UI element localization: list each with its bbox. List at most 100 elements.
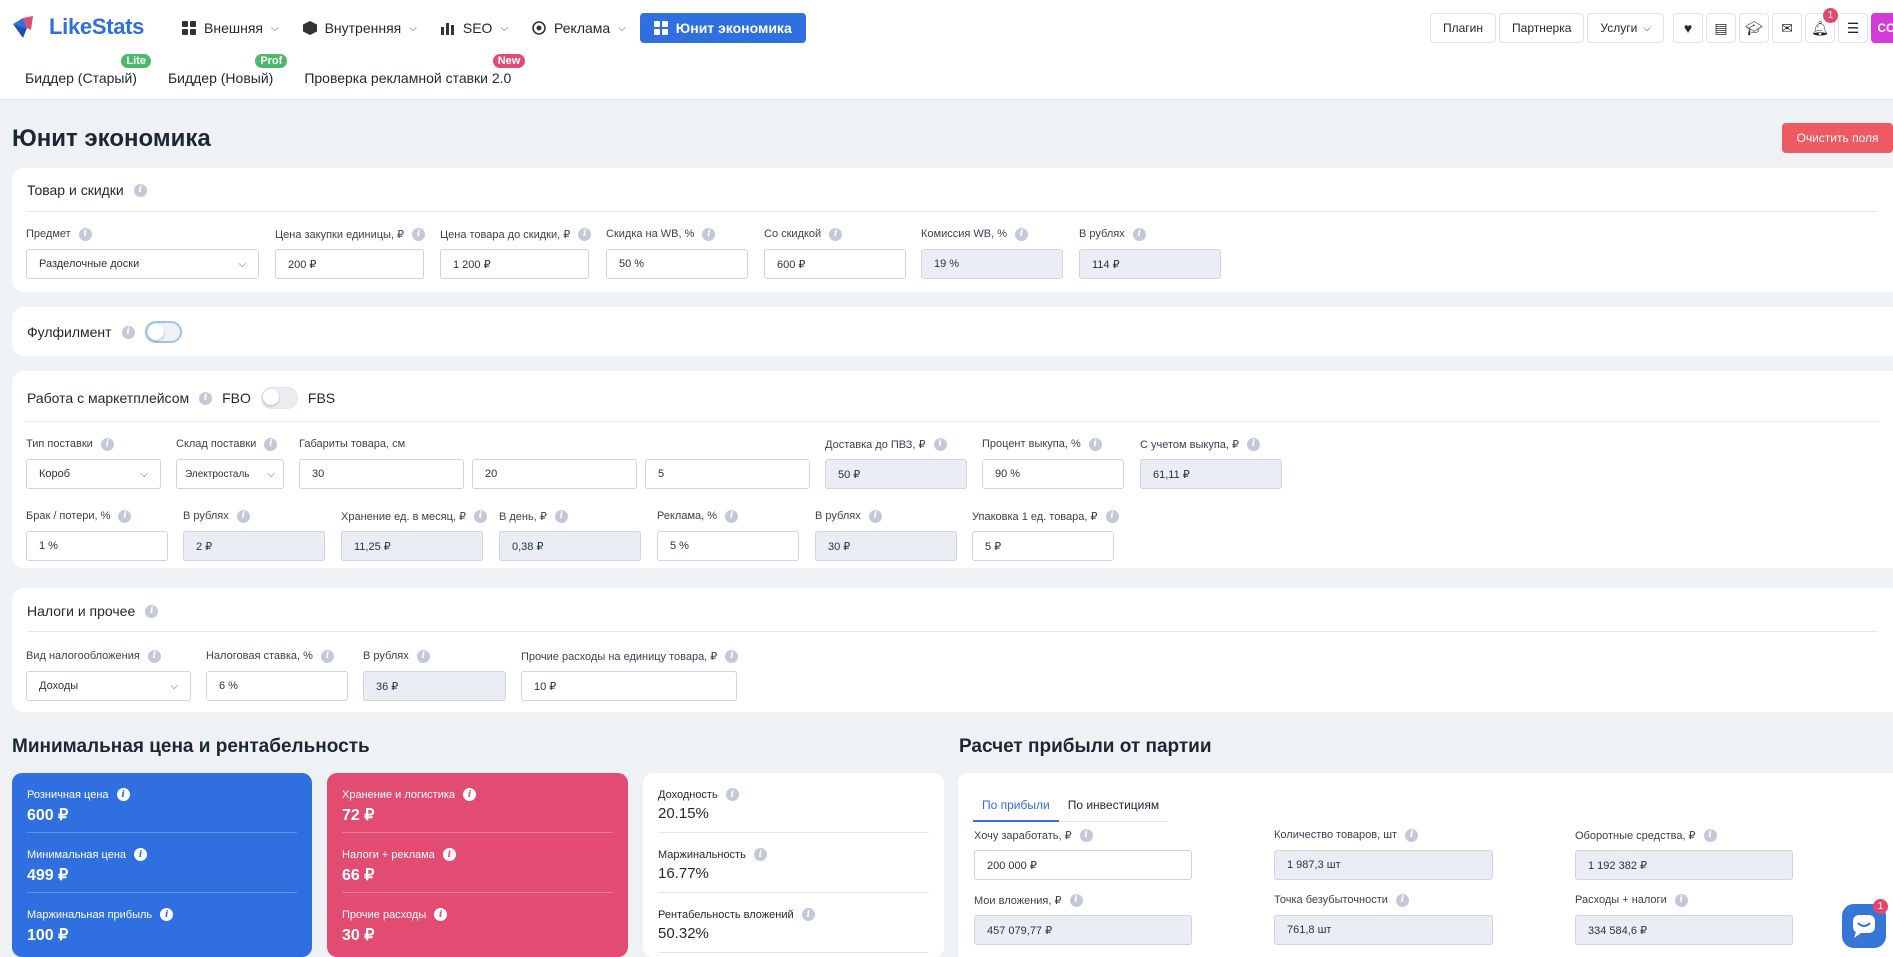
info-icon[interactable]: i [554,509,568,523]
other-expenses-input[interactable]: 10 ₽ [521,671,737,701]
info-icon[interactable]: i [868,509,882,523]
packaging-input[interactable]: 5 ₽ [972,531,1114,561]
tax-rate-input[interactable]: 6 % [206,671,348,701]
subject-select[interactable]: Разделочные доски ⌵ [26,249,259,279]
info-icon[interactable]: i [474,509,488,523]
info-icon[interactable]: i [1015,227,1029,241]
info-icon[interactable]: i [578,227,592,241]
logo[interactable]: LikeStats [11,14,144,40]
dimension-length-input[interactable]: 30 [299,459,464,489]
info-icon[interactable]: i [133,183,147,197]
plugin-button[interactable]: Плагин [1430,13,1497,43]
nav-unit-economics[interactable]: Юнит экономика [639,13,806,43]
dimension-width-input[interactable]: 20 [472,459,637,489]
info-icon[interactable]: i [1405,828,1419,842]
info-icon[interactable]: i [145,604,159,618]
info-icon[interactable]: i [829,227,843,241]
ads-percent-input[interactable]: 5 % [657,531,799,561]
profitability-card: Доходность i 20.15% Маржинальность i 16.77… [643,773,944,957]
info-icon[interactable]: i [116,788,130,801]
purchase-price-input[interactable]: 200 ₽ [275,249,424,279]
clear-fields-button[interactable]: Очистить поля [1782,123,1893,153]
info-icon[interactable]: i [463,788,477,801]
dimension-height-input[interactable]: 5 [645,459,810,489]
info-icon[interactable]: i [725,509,739,523]
info-icon[interactable]: i [264,437,278,451]
info-icon[interactable]: i [412,227,426,241]
info-icon[interactable]: i [933,437,947,451]
chevron-down-icon: ⌵ [500,22,509,34]
info-icon[interactable]: i [1674,893,1688,907]
card-title-text: Работа с маркетплейсом [27,390,190,406]
tax-type-select[interactable]: Доходы ⌵ [26,671,191,701]
supply-type-select[interactable]: Короб ⌵ [26,459,161,489]
info-icon[interactable]: i [1395,893,1409,907]
info-icon[interactable]: i [442,848,456,861]
field-label: Прочие расходы на единицу товара, ₽ [521,650,718,663]
nav-seo[interactable]: SEO ⌵ [431,13,518,43]
info-icon[interactable]: i [134,848,148,861]
info-icon[interactable]: i [1132,227,1146,241]
fulfillment-card: Фулфилмент i [12,307,1893,356]
bell-icon[interactable]: 🔔︎ 1 [1805,8,1838,43]
info-icon[interactable]: i [199,391,213,405]
mail-icon[interactable]: ✉ [1772,13,1802,43]
nav-external[interactable]: Внешняя ⌵ [172,13,289,43]
stat-row: Маржинальность i 16.77% [658,833,929,893]
nav-ads[interactable]: Реклама ⌵ [522,13,636,43]
info-icon[interactable]: i [147,649,161,663]
storage-logistics-value: 72 ₽ [342,807,375,824]
info-icon[interactable]: i [78,227,92,241]
want-earn-input[interactable]: 200 000 ₽ [974,850,1192,880]
info-icon[interactable]: i [320,649,334,663]
info-icon[interactable]: i [1703,828,1717,842]
info-icon[interactable]: i [100,437,114,451]
warehouse-select[interactable]: Электросталь ⌵ [176,459,284,489]
partner-button[interactable]: Партнерка [1499,13,1585,43]
with-discount-field: Со скидкой i 600 ₽ [764,227,906,279]
info-icon[interactable]: i [434,908,448,921]
with-discount-input[interactable]: 600 ₽ [764,249,906,279]
info-icon[interactable]: i [1069,893,1083,907]
subnav-bid-check[interactable]: Проверка рекламной ставки 2.0 New [304,54,526,86]
info-icon[interactable]: i [1079,828,1093,842]
info-icon[interactable]: i [725,788,739,801]
menu-icon[interactable]: ☰ [1838,13,1868,43]
nav-internal[interactable]: Внутренняя ⌵ [293,13,427,43]
with-buyout-value: 61,11 ₽ [1140,459,1282,489]
tab-by-investment[interactable]: По инвестициям [1059,790,1168,821]
info-icon[interactable]: i [702,227,716,241]
defect-input[interactable]: 1 % [26,531,168,561]
graduation-cap-icon[interactable]: 🎓︎ [1739,13,1769,43]
fbo-fbs-toggle[interactable] [260,387,298,409]
info-icon[interactable]: i [725,649,739,663]
info-icon[interactable]: i [753,848,767,861]
info-icon[interactable]: i [416,649,430,663]
heart-icon[interactable]: ♥ [1673,13,1703,43]
price-before-discount-input[interactable]: 1 200 ₽ [440,249,589,279]
wb-commission-field: Комиссия WB, % i 19 % [921,227,1063,279]
info-icon[interactable]: i [121,325,135,339]
info-icon[interactable]: i [1105,509,1119,523]
info-icon[interactable]: i [1088,437,1102,451]
info-icon[interactable]: i [801,908,815,921]
info-icon[interactable]: i [160,908,174,921]
subnav-bidder-new[interactable]: Биддер (Новый) Prof [168,54,288,86]
wb-discount-input[interactable]: 50 % [606,249,748,279]
tab-by-profit[interactable]: По прибыли [973,790,1059,822]
purchase-price-field: Цена закупки единицы, ₽ i 200 ₽ [275,227,426,279]
services-button[interactable]: Услуги ⌵ [1587,13,1664,43]
document-icon[interactable]: ▤ [1706,13,1736,43]
info-icon[interactable]: i [118,509,132,523]
info-icon[interactable]: i [1247,437,1261,451]
nav-label: Реклама [554,20,611,36]
top-bar: LikeStats Внешняя ⌵ Внутренняя ⌵ SEO ⌵ Р… [0,0,1893,100]
subnav-bidder-old[interactable]: Биддер (Старый) Lite [25,54,151,86]
stat-label: Минимальная цена [27,848,127,861]
marketplace-card: Работа с маркетплейсом i FBO FBS Тип пост… [12,371,1893,568]
avatar[interactable]: CC [1871,13,1893,43]
buyout-percent-input[interactable]: 90 % [982,459,1124,489]
info-icon[interactable]: i [236,509,250,523]
card-title-text: Товар и скидки [27,182,124,198]
fulfillment-toggle[interactable] [144,321,182,343]
